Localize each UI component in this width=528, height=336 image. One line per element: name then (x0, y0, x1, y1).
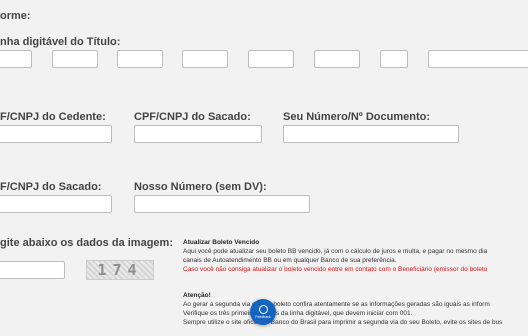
cpf-sacado-label: CPF/CNPJ do Sacado: (134, 111, 251, 123)
form-header-label: orme: (0, 10, 31, 22)
attention-line-3: Sempre utilize o site oficial do Banco d… (183, 319, 503, 326)
info-line-2: canais de Autoatendimento BB ou em qualq… (183, 257, 397, 264)
attention-line-1: Ao gerar a segunda via do seu boleto con… (183, 301, 490, 308)
attention-line-2: Verifique os três primeiros dígitos da l… (183, 310, 413, 317)
nosso-numero-label: Nosso Número (sem DV): (134, 181, 267, 193)
feedback-button[interactable]: Feedback (250, 299, 276, 325)
linha-field-7[interactable] (380, 50, 408, 68)
seu-numero-input[interactable] (283, 125, 459, 143)
cpf-sacado-2-input[interactable] (0, 195, 112, 213)
captcha-prompt-label: gite abaixo os dados da imagem: (0, 237, 173, 249)
linha-field-3[interactable] (117, 50, 163, 68)
linha-field-6[interactable] (314, 50, 360, 68)
cpf-cedente-label: F/CNPJ do Cedente: (0, 111, 106, 123)
cpf-sacado-input[interactable] (134, 125, 262, 143)
linha-field-8[interactable] (428, 50, 528, 68)
linha-field-5[interactable] (248, 50, 294, 68)
linha-field-4[interactable] (182, 50, 228, 68)
linha-digitavel-label: nha digitável do Título: (0, 36, 121, 48)
info-line-1: Aqui você pode atualizar seu boleto BB v… (183, 248, 488, 255)
linha-field-1[interactable] (0, 50, 32, 68)
seu-numero-label: Seu Número/Nº Documento: (283, 111, 431, 123)
linha-field-2[interactable] (52, 50, 98, 68)
info-warning: Caso você não consiga atualizar o boleto… (183, 266, 488, 273)
cpf-sacado-2-label: F/CNPJ do Sacado: (0, 181, 102, 193)
cpf-cedente-input[interactable] (0, 125, 112, 143)
feedback-label: Feedback (255, 315, 271, 319)
info-title: Atualizar Boleto Vencido (183, 239, 260, 246)
attention-title: Atenção! (183, 292, 211, 299)
captcha-image: 174 (86, 260, 154, 280)
feedback-icon (258, 305, 268, 314)
captcha-input[interactable] (0, 261, 65, 279)
nosso-numero-input[interactable] (134, 195, 310, 213)
